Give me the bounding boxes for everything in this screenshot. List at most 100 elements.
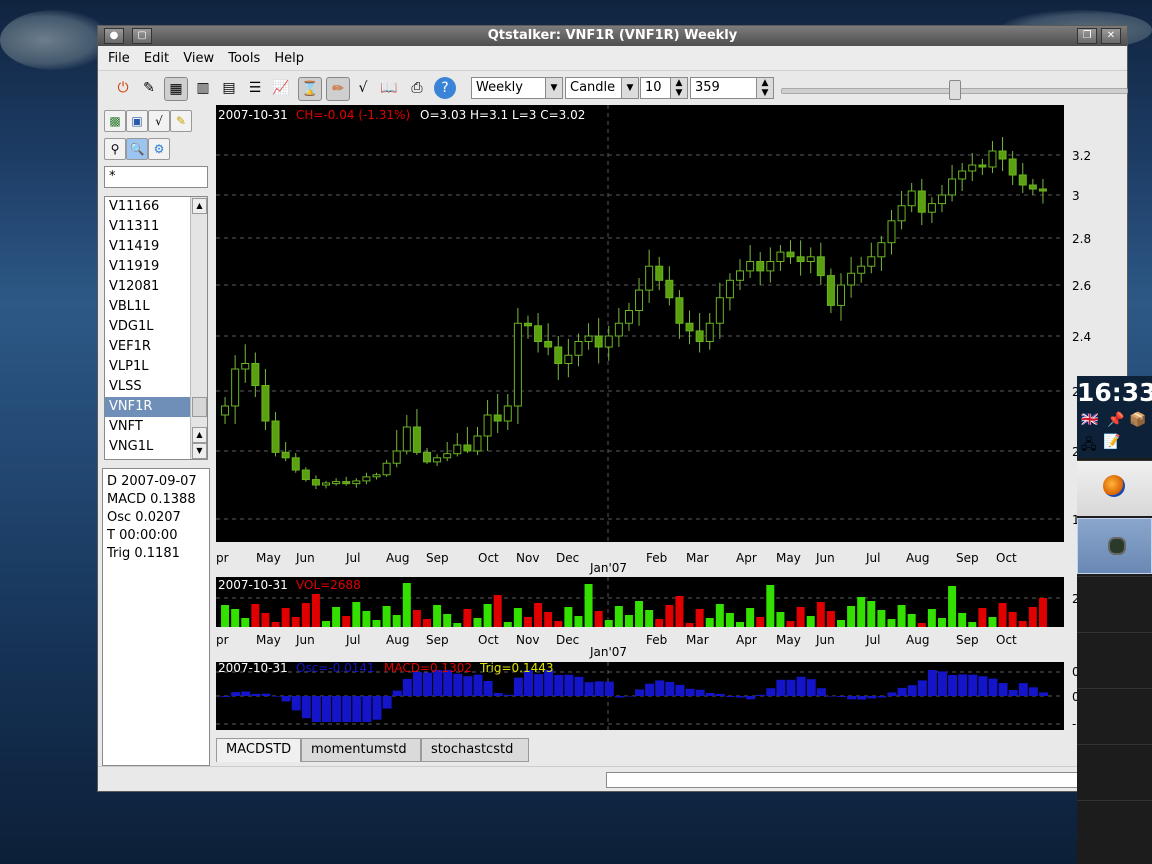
- macd-bar: [796, 676, 806, 696]
- package-icon[interactable]: 📦: [1129, 412, 1146, 428]
- scroll-handle[interactable]: [192, 397, 207, 417]
- taskbar-qtstalker[interactable]: [1077, 518, 1152, 574]
- volume-bar: [705, 618, 714, 627]
- macd-bar: [847, 696, 857, 700]
- scanner-nav-icon[interactable]: ✎: [170, 110, 192, 132]
- chevron-down-icon[interactable]: ▼: [621, 78, 638, 98]
- candle-body: [816, 256, 825, 277]
- hourglass-icon[interactable]: ⌛: [298, 77, 322, 101]
- volume-bar: [816, 602, 825, 627]
- volume-bar: [685, 623, 694, 627]
- scroll-up-icon[interactable]: ▲: [192, 198, 207, 214]
- title-bar[interactable]: ● ▢ Qtstalker: VNF1R (VNF1R) Weekly ❐ ✕: [98, 26, 1127, 46]
- macd-bar: [1028, 687, 1038, 696]
- printer-icon[interactable]: ⎙: [406, 77, 428, 99]
- candle-body: [897, 205, 906, 222]
- taskbar-slot[interactable]: [1077, 632, 1152, 688]
- notes-icon[interactable]: 📝: [1103, 434, 1120, 450]
- macd-bar: [655, 680, 665, 696]
- chart-nav-icon[interactable]: ▩: [104, 110, 126, 132]
- grid-toggle-icon[interactable]: ▦: [164, 77, 188, 101]
- list-icon[interactable]: ☰: [244, 77, 266, 99]
- volume-bar: [342, 616, 351, 627]
- symbol-list[interactable]: V11166 V11311 V11419 V11919 V12081 VBL1L VDG1L…: [104, 196, 208, 460]
- candle-body: [857, 265, 866, 274]
- search-icon[interactable]: 🔍: [126, 138, 148, 160]
- book-icon[interactable]: 📖: [378, 77, 400, 99]
- close-button[interactable]: ✕: [1101, 28, 1121, 44]
- data-info-panel: D 2007-09-07 MACD 0.1388 Osc 0.0207 T 00…: [102, 468, 210, 766]
- symbol-list-scrollbar[interactable]: ▲ ▲ ▼: [190, 197, 207, 459]
- macd-bar: [473, 674, 483, 696]
- price-x-tick-label: Jun: [815, 551, 835, 565]
- help-icon[interactable]: ?: [434, 77, 456, 99]
- macd-date-axis: [216, 730, 1064, 737]
- taskbar-firefox[interactable]: [1077, 460, 1152, 516]
- volume-x-tick-label: Feb: [646, 633, 667, 647]
- candle-body: [503, 405, 512, 422]
- network-icon[interactable]: 🖧: [1081, 434, 1097, 458]
- symbol-filter-input[interactable]: *: [104, 166, 208, 188]
- volume-bar: [402, 583, 411, 627]
- quit-icon[interactable]: ⏻: [112, 77, 134, 99]
- macd-bar: [382, 696, 392, 709]
- menu-file[interactable]: File: [108, 51, 130, 66]
- macd-bar: [392, 690, 402, 696]
- settings-icon[interactable]: ⚙: [148, 138, 170, 160]
- draw-icon[interactable]: ✏: [326, 77, 350, 101]
- volume-bar: [271, 622, 280, 627]
- taskbar-slot[interactable]: [1077, 800, 1152, 856]
- flag-uk-icon[interactable]: 🇬🇧: [1081, 412, 1098, 428]
- candle-body: [796, 256, 805, 263]
- scroll-down-icon[interactable]: ▼: [192, 443, 207, 459]
- taskbar-slot[interactable]: [1077, 688, 1152, 744]
- menu-bar: File Edit View Tools Help: [98, 46, 1127, 71]
- menu-view[interactable]: View: [183, 51, 214, 66]
- pin-icon[interactable]: 📌: [1107, 412, 1124, 428]
- bar-spacing-spinbox[interactable]: 10 ▲ ▼: [640, 77, 688, 99]
- taskbar-slot[interactable]: [1077, 744, 1152, 800]
- price-y-tick-label: 3: [1072, 189, 1080, 203]
- table-icon[interactable]: ▥: [192, 77, 214, 99]
- volume-x-tick-label: Dec: [556, 633, 579, 647]
- price-y-tick-label: 2.4: [1072, 330, 1091, 344]
- volume-bar: [382, 606, 391, 627]
- price-header-date: 2007-10-31: [218, 108, 288, 122]
- volume-bar: [655, 619, 664, 627]
- chart-type-select[interactable]: Candle ▼: [565, 77, 639, 99]
- chevron-down-icon[interactable]: ▼: [545, 78, 562, 98]
- firefox-icon: [1103, 475, 1125, 497]
- taskbar-slot[interactable]: [1077, 576, 1152, 632]
- menu-help[interactable]: Help: [274, 51, 304, 66]
- macd-bar: [241, 691, 251, 696]
- candle-body: [756, 261, 765, 272]
- candle-body: [544, 341, 553, 348]
- volume-bar: [988, 617, 997, 627]
- scroll-up-icon[interactable]: ▲: [192, 427, 207, 443]
- volume-bar: [614, 606, 623, 627]
- chart-area[interactable]: 3.232.82.62.42.2212007-10-31CH=-0.04 (-1…: [216, 105, 1126, 741]
- indicator-icon[interactable]: √: [352, 77, 374, 99]
- price-panel[interactable]: [216, 105, 1064, 542]
- tab-momentumstd[interactable]: momentumstd: [301, 738, 421, 762]
- macd-bar: [645, 683, 655, 696]
- pan-slider-handle[interactable]: [949, 80, 961, 100]
- indicator-nav-icon[interactable]: √: [148, 110, 170, 132]
- tab-macdstd[interactable]: MACDSTD: [216, 738, 301, 762]
- bars-spinbox[interactable]: 359 ▲ ▼: [690, 77, 774, 99]
- scale-icon[interactable]: ▤: [218, 77, 240, 99]
- tab-stochastcstd[interactable]: stochastcstd: [421, 738, 529, 762]
- spin-arrows-icon[interactable]: ▲ ▼: [670, 78, 687, 98]
- menu-edit[interactable]: Edit: [144, 51, 169, 66]
- chart-line-icon[interactable]: 📈: [270, 77, 292, 99]
- chart-svg[interactable]: 3.232.82.62.42.2212007-10-31CH=-0.04 (-1…: [216, 105, 1126, 737]
- period-select[interactable]: Weekly ▼: [471, 77, 563, 99]
- menu-tools[interactable]: Tools: [228, 51, 260, 66]
- options-icon[interactable]: ✎: [138, 77, 160, 99]
- volume-bar: [433, 605, 442, 627]
- group-nav-icon[interactable]: ▣: [126, 110, 148, 132]
- filter-icon[interactable]: ⚲: [104, 138, 126, 160]
- restore-button[interactable]: ❐: [1077, 28, 1097, 44]
- candle-body: [968, 164, 977, 172]
- spin-arrows-icon[interactable]: ▲ ▼: [756, 78, 773, 98]
